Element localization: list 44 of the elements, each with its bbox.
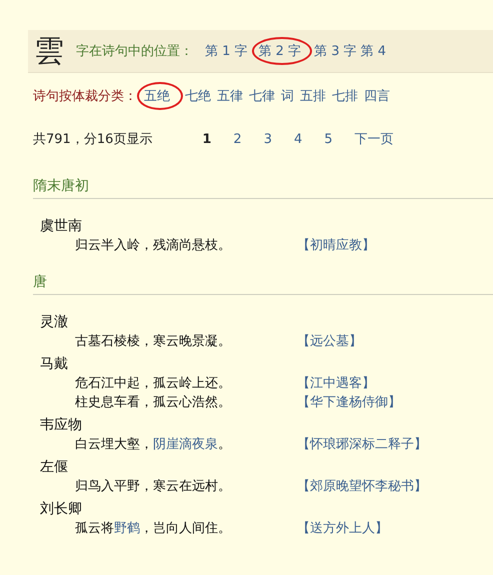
poet-name: 虞世南 <box>40 217 83 236</box>
period-heading: 唐 <box>33 273 493 295</box>
poem-title-link[interactable]: 【远公墓】 <box>297 332 362 351</box>
genre-link[interactable]: 五排 <box>300 87 326 105</box>
position-link[interactable]: 第 2 字 <box>258 44 302 59</box>
result-summary: 共791，分16页显示 <box>33 131 152 148</box>
verse-line: 白云埋大壑，阴崖滴夜泉。 <box>75 436 232 454</box>
poem-title-link[interactable]: 【华下逢杨侍御】 <box>297 393 401 412</box>
verse-line: 归鸟入平野，寒云在远村。 <box>75 478 232 496</box>
genre-link[interactable]: 七排 <box>332 87 358 105</box>
position-link[interactable]: 第 1 字 <box>205 42 248 60</box>
poet-name: 灵澈 <box>40 313 69 332</box>
verse-line: 归云半入岭，残滴尚悬枝。 <box>75 237 232 255</box>
genre-link[interactable]: 词 <box>281 87 294 105</box>
position-label: 字在诗句中的位置： <box>76 43 193 60</box>
page-link[interactable]: 4 <box>294 132 302 146</box>
verse-line: 危石江中起，孤云岭上还。 <box>75 375 232 393</box>
genre-link[interactable]: 五律 <box>217 87 243 105</box>
poet-name: 韦应物 <box>40 416 83 435</box>
period-heading: 隋末唐初 <box>33 177 493 199</box>
genre-label: 诗句按体裁分类： <box>33 88 137 105</box>
poet-name: 马戴 <box>40 355 69 374</box>
genre-link[interactable]: 五绝 <box>144 89 170 104</box>
poet-name: 刘长卿 <box>40 500 83 519</box>
poem-title-link[interactable]: 【郊原晚望怀李秘书】 <box>297 477 427 496</box>
poem-title-link[interactable]: 【初晴应教】 <box>297 236 375 255</box>
poem-title-link[interactable]: 【江中遇客】 <box>297 374 375 393</box>
page-link[interactable]: 2 <box>233 132 242 146</box>
position-link[interactable]: 第 4 <box>360 42 386 60</box>
verse-line: 古墓石棱棱，寒云晚景凝。 <box>75 333 232 351</box>
genre-link[interactable]: 七律 <box>249 87 275 105</box>
poem-title-link[interactable]: 【送方外上人】 <box>297 519 388 538</box>
poet-name: 左偃 <box>40 458 69 477</box>
character-title: 雲 <box>34 32 64 70</box>
next-page-link[interactable]: 下一页 <box>354 130 394 148</box>
genre-link[interactable]: 七绝 <box>185 87 211 105</box>
verse-line: 柱史息车看，孤云心浩然。 <box>75 394 232 412</box>
genre-link[interactable]: 四言 <box>364 87 390 105</box>
position-link[interactable]: 第 3 字 <box>314 42 357 60</box>
page-link[interactable]: 1 <box>202 132 212 146</box>
page-link[interactable]: 3 <box>264 132 272 146</box>
page-link[interactable]: 5 <box>324 132 333 146</box>
poem-title-link[interactable]: 【怀琅琊深标二释子】 <box>297 435 427 454</box>
verse-line: 孤云将野鹤，岂向人间住。 <box>75 520 232 538</box>
